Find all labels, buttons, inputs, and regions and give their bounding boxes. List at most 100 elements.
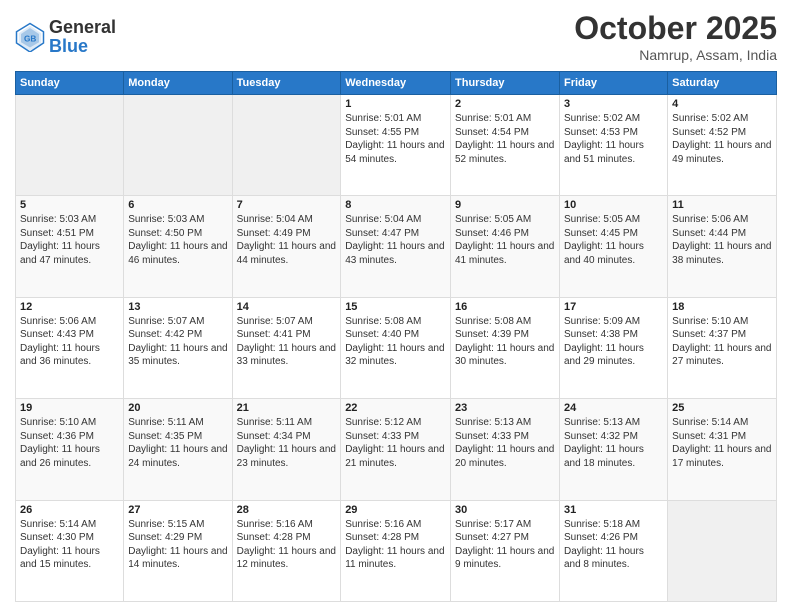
day-info: Sunrise: 5:07 AMSunset: 4:41 PMDaylight:… <box>237 315 337 369</box>
calendar-table: Sunday Monday Tuesday Wednesday Thursday… <box>15 71 777 602</box>
logo-icon: GB <box>15 22 45 52</box>
day-info: Sunrise: 5:13 AMSunset: 4:32 PMDaylight:… <box>564 416 663 470</box>
day-info: Sunrise: 5:01 AMSunset: 4:55 PMDaylight:… <box>345 112 446 166</box>
table-cell: 29Sunrise: 5:16 AMSunset: 4:28 PMDayligh… <box>341 500 451 601</box>
day-number: 3 <box>564 98 663 110</box>
day-number: 24 <box>564 402 663 414</box>
table-cell <box>232 95 341 196</box>
weekday-sunday: Sunday <box>16 72 124 95</box>
table-cell: 15Sunrise: 5:08 AMSunset: 4:40 PMDayligh… <box>341 297 451 398</box>
logo-text: General Blue <box>49 18 116 56</box>
day-number: 26 <box>20 504 119 516</box>
weekday-monday: Monday <box>124 72 232 95</box>
day-number: 13 <box>128 301 227 313</box>
day-number: 14 <box>237 301 337 313</box>
day-number: 1 <box>345 98 446 110</box>
day-info: Sunrise: 5:14 AMSunset: 4:30 PMDaylight:… <box>20 518 119 572</box>
day-number: 31 <box>564 504 663 516</box>
table-cell: 23 Sunrise: 5:13 AMSunset: 4:33 PMDayligh… <box>451 399 560 500</box>
day-number: 8 <box>345 199 446 211</box>
table-cell: 10 Sunrise: 5:05 AMSunset: 4:45 PMDayligh… <box>559 196 667 297</box>
day-info: Sunrise: 5:12 AMSunset: 4:33 PMDaylight:… <box>345 416 446 470</box>
day-info: Sunrise: 5:07 AMSunset: 4:42 PMDaylight:… <box>128 315 227 369</box>
week-row-3: 12 Sunrise: 5:06 AMSunset: 4:43 PMDayligh… <box>16 297 777 398</box>
table-cell: 24 Sunrise: 5:13 AMSunset: 4:32 PMDayligh… <box>559 399 667 500</box>
table-cell <box>124 95 232 196</box>
day-info: Sunrise: 5:03 AMSunset: 4:50 PMDaylight:… <box>128 213 227 267</box>
location-title: Namrup, Assam, India <box>574 47 777 63</box>
table-cell: 16 Sunrise: 5:08 AMSunset: 4:39 PMDayligh… <box>451 297 560 398</box>
weekday-saturday: Saturday <box>668 72 777 95</box>
day-info: Sunrise: 5:14 AMSunset: 4:31 PMDaylight:… <box>672 416 772 470</box>
day-number: 10 <box>564 199 663 211</box>
table-cell: 18Sunrise: 5:10 AMSunset: 4:37 PMDayligh… <box>668 297 777 398</box>
day-number: 17 <box>564 301 663 313</box>
table-cell: 22 Sunrise: 5:12 AMSunset: 4:33 PMDayligh… <box>341 399 451 500</box>
day-info: Sunrise: 5:08 AMSunset: 4:39 PMDaylight:… <box>455 315 555 369</box>
day-info: Sunrise: 5:03 AMSunset: 4:51 PMDaylight:… <box>20 213 119 267</box>
weekday-thursday: Thursday <box>451 72 560 95</box>
day-number: 6 <box>128 199 227 211</box>
table-cell: 5 Sunrise: 5:03 AMSunset: 4:51 PMDaylight… <box>16 196 124 297</box>
day-number: 16 <box>455 301 555 313</box>
weekday-row: Sunday Monday Tuesday Wednesday Thursday… <box>16 72 777 95</box>
week-row-2: 5 Sunrise: 5:03 AMSunset: 4:51 PMDaylight… <box>16 196 777 297</box>
week-row-5: 26 Sunrise: 5:14 AMSunset: 4:30 PMDayligh… <box>16 500 777 601</box>
day-number: 22 <box>345 402 446 414</box>
day-number: 18 <box>672 301 772 313</box>
day-number: 23 <box>455 402 555 414</box>
table-cell: 27 Sunrise: 5:15 AMSunset: 4:29 PMDayligh… <box>124 500 232 601</box>
day-number: 19 <box>20 402 119 414</box>
day-info: Sunrise: 5:06 AMSunset: 4:43 PMDaylight:… <box>20 315 119 369</box>
day-info: Sunrise: 5:05 AMSunset: 4:46 PMDaylight:… <box>455 213 555 267</box>
table-cell: 21Sunrise: 5:11 AMSunset: 4:34 PMDayligh… <box>232 399 341 500</box>
day-number: 4 <box>672 98 772 110</box>
day-info: Sunrise: 5:13 AMSunset: 4:33 PMDaylight:… <box>455 416 555 470</box>
day-number: 20 <box>128 402 227 414</box>
day-info: Sunrise: 5:16 AMSunset: 4:28 PMDaylight:… <box>237 518 337 572</box>
weekday-wednesday: Wednesday <box>341 72 451 95</box>
day-info: Sunrise: 5:04 AMSunset: 4:49 PMDaylight:… <box>237 213 337 267</box>
table-cell: 6 Sunrise: 5:03 AMSunset: 4:50 PMDaylight… <box>124 196 232 297</box>
table-cell: 13 Sunrise: 5:07 AMSunset: 4:42 PMDayligh… <box>124 297 232 398</box>
table-cell: 31Sunrise: 5:18 AMSunset: 4:26 PMDayligh… <box>559 500 667 601</box>
table-cell <box>668 500 777 601</box>
table-cell: 20 Sunrise: 5:11 AMSunset: 4:35 PMDayligh… <box>124 399 232 500</box>
logo: GB General Blue <box>15 18 116 56</box>
day-number: 28 <box>237 504 337 516</box>
day-number: 7 <box>237 199 337 211</box>
svg-text:GB: GB <box>24 34 36 43</box>
table-cell: 28 Sunrise: 5:16 AMSunset: 4:28 PMDayligh… <box>232 500 341 601</box>
table-cell: 3Sunrise: 5:02 AMSunset: 4:53 PMDaylight… <box>559 95 667 196</box>
table-cell: 30Sunrise: 5:17 AMSunset: 4:27 PMDayligh… <box>451 500 560 601</box>
day-number: 5 <box>20 199 119 211</box>
table-cell: 2Sunrise: 5:01 AMSunset: 4:54 PMDaylight… <box>451 95 560 196</box>
table-cell: 26 Sunrise: 5:14 AMSunset: 4:30 PMDayligh… <box>16 500 124 601</box>
calendar-body: 1 Sunrise: 5:01 AMSunset: 4:55 PMDaylight… <box>16 95 777 602</box>
day-info: Sunrise: 5:05 AMSunset: 4:45 PMDaylight:… <box>564 213 663 267</box>
table-cell: 25Sunrise: 5:14 AMSunset: 4:31 PMDayligh… <box>668 399 777 500</box>
day-number: 12 <box>20 301 119 313</box>
day-number: 15 <box>345 301 446 313</box>
day-info: Sunrise: 5:09 AMSunset: 4:38 PMDaylight:… <box>564 315 663 369</box>
day-number: 21 <box>237 402 337 414</box>
table-cell: 8Sunrise: 5:04 AMSunset: 4:47 PMDaylight… <box>341 196 451 297</box>
logo-general: General <box>49 17 116 37</box>
day-info: Sunrise: 5:06 AMSunset: 4:44 PMDaylight:… <box>672 213 772 267</box>
table-cell: 14 Sunrise: 5:07 AMSunset: 4:41 PMDayligh… <box>232 297 341 398</box>
day-number: 30 <box>455 504 555 516</box>
table-cell: 1 Sunrise: 5:01 AMSunset: 4:55 PMDaylight… <box>341 95 451 196</box>
table-cell: 17 Sunrise: 5:09 AMSunset: 4:38 PMDayligh… <box>559 297 667 398</box>
day-info: Sunrise: 5:02 AMSunset: 4:52 PMDaylight:… <box>672 112 772 166</box>
day-info: Sunrise: 5:16 AMSunset: 4:28 PMDaylight:… <box>345 518 446 572</box>
day-info: Sunrise: 5:10 AMSunset: 4:36 PMDaylight:… <box>20 416 119 470</box>
weekday-tuesday: Tuesday <box>232 72 341 95</box>
weekday-friday: Friday <box>559 72 667 95</box>
day-number: 27 <box>128 504 227 516</box>
day-info: Sunrise: 5:11 AMSunset: 4:35 PMDaylight:… <box>128 416 227 470</box>
month-title: October 2025 <box>574 10 777 47</box>
logo-blue: Blue <box>49 36 88 56</box>
day-info: Sunrise: 5:15 AMSunset: 4:29 PMDaylight:… <box>128 518 227 572</box>
table-cell: 7 Sunrise: 5:04 AMSunset: 4:49 PMDaylight… <box>232 196 341 297</box>
table-cell: 12 Sunrise: 5:06 AMSunset: 4:43 PMDayligh… <box>16 297 124 398</box>
